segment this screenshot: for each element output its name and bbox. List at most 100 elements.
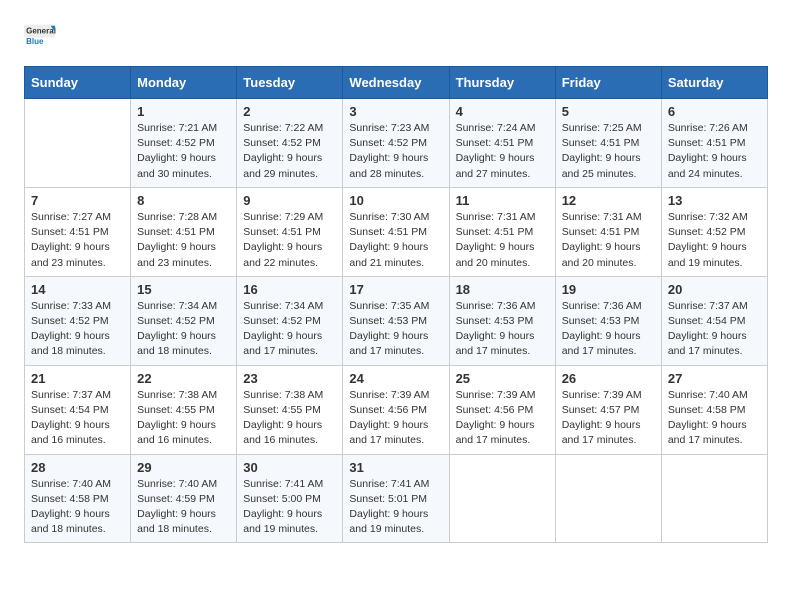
calendar-cell: 1Sunrise: 7:21 AM Sunset: 4:52 PM Daylig… [131,99,237,188]
calendar-week-row: 14 Sunrise: 7:33 AM Sunset: 4:52 PM Dayli… [25,276,768,365]
day-info: Sunrise: 7:34 AM Sunset: 4:52 PM Dayligh… [243,299,336,360]
calendar-week-row: 28 Sunrise: 7:40 AM Sunset: 4:58 PM Dayli… [25,454,768,543]
svg-text:Blue: Blue [26,37,44,46]
day-info: Sunrise: 7:31 AM Sunset: 4:51 PM Dayligh… [562,210,655,271]
day-info: Sunrise: 7:37 AM Sunset: 4:54 PM Dayligh… [31,388,124,449]
day-info: Sunrise: 7:23 AM Sunset: 4:52 PM Dayligh… [349,121,442,182]
calendar-header-row: SundayMondayTuesdayWednesdayThursdayFrid… [25,67,768,99]
calendar-week-row: 1Sunrise: 7:21 AM Sunset: 4:52 PM Daylig… [25,99,768,188]
column-header-tuesday: Tuesday [237,67,343,99]
day-number: 30 [243,460,336,475]
calendar-cell: 6 Sunrise: 7:26 AM Sunset: 4:51 PM Daylig… [661,99,767,188]
day-number: 31 [349,460,442,475]
day-info: Sunrise: 7:25 AM Sunset: 4:51 PM Dayligh… [562,121,655,182]
day-info: Sunrise: 7:34 AM Sunset: 4:52 PM Dayligh… [137,299,230,360]
day-info: Sunrise: 7:31 AM Sunset: 4:51 PM Dayligh… [456,210,549,271]
day-number: 3 [349,104,442,119]
calendar-cell: 16 Sunrise: 7:34 AM Sunset: 4:52 PM Dayli… [237,276,343,365]
page-header: General Blue [24,20,768,56]
calendar-cell: 24 Sunrise: 7:39 AM Sunset: 4:56 PM Dayli… [343,365,449,454]
day-number: 6 [668,104,761,119]
calendar-cell: 29 Sunrise: 7:40 AM Sunset: 4:59 PM Dayli… [131,454,237,543]
calendar-cell: 12 Sunrise: 7:31 AM Sunset: 4:51 PM Dayli… [555,187,661,276]
calendar-cell: 23 Sunrise: 7:38 AM Sunset: 4:55 PM Dayli… [237,365,343,454]
logo-svg: General Blue [24,20,56,56]
day-info: Sunrise: 7:29 AM Sunset: 4:51 PM Dayligh… [243,210,336,271]
calendar-cell: 30 Sunrise: 7:41 AM Sunset: 5:00 PM Dayli… [237,454,343,543]
day-info: Sunrise: 7:35 AM Sunset: 4:53 PM Dayligh… [349,299,442,360]
calendar-cell: 5 Sunrise: 7:25 AM Sunset: 4:51 PM Daylig… [555,99,661,188]
day-number: 20 [668,282,761,297]
day-number: 8 [137,193,230,208]
day-info: Sunrise: 7:40 AM Sunset: 4:58 PM Dayligh… [31,477,124,538]
calendar-cell: 15 Sunrise: 7:34 AM Sunset: 4:52 PM Dayli… [131,276,237,365]
column-header-friday: Friday [555,67,661,99]
calendar-cell: 2 Sunrise: 7:22 AM Sunset: 4:52 PM Daylig… [237,99,343,188]
day-number: 16 [243,282,336,297]
day-info: Sunrise: 7:26 AM Sunset: 4:51 PM Dayligh… [668,121,761,182]
day-info: Sunrise: 7:24 AM Sunset: 4:51 PM Dayligh… [456,121,549,182]
calendar-cell: 22Sunrise: 7:38 AM Sunset: 4:55 PM Dayli… [131,365,237,454]
day-number: 7 [31,193,124,208]
day-info: Sunrise: 7:37 AM Sunset: 4:54 PM Dayligh… [668,299,761,360]
day-info: Sunrise: 7:38 AM Sunset: 4:55 PM Dayligh… [243,388,336,449]
day-info: Sunrise: 7:36 AM Sunset: 4:53 PM Dayligh… [456,299,549,360]
day-number: 18 [456,282,549,297]
day-number: 21 [31,371,124,386]
calendar-cell: 8 Sunrise: 7:28 AM Sunset: 4:51 PM Daylig… [131,187,237,276]
day-info: Sunrise: 7:41 AM Sunset: 5:00 PM Dayligh… [243,477,336,538]
calendar-cell: 7 Sunrise: 7:27 AM Sunset: 4:51 PM Daylig… [25,187,131,276]
day-info: Sunrise: 7:41 AM Sunset: 5:01 PM Dayligh… [349,477,442,538]
day-number: 2 [243,104,336,119]
calendar-table: SundayMondayTuesdayWednesdayThursdayFrid… [24,66,768,543]
day-info: Sunrise: 7:39 AM Sunset: 4:56 PM Dayligh… [349,388,442,449]
column-header-sunday: Sunday [25,67,131,99]
calendar-cell: 25Sunrise: 7:39 AM Sunset: 4:56 PM Dayli… [449,365,555,454]
day-number: 26 [562,371,655,386]
calendar-cell: 13Sunrise: 7:32 AM Sunset: 4:52 PM Dayli… [661,187,767,276]
day-number: 14 [31,282,124,297]
calendar-cell: 18 Sunrise: 7:36 AM Sunset: 4:53 PM Dayli… [449,276,555,365]
day-info: Sunrise: 7:30 AM Sunset: 4:51 PM Dayligh… [349,210,442,271]
day-number: 9 [243,193,336,208]
calendar-cell: 9 Sunrise: 7:29 AM Sunset: 4:51 PM Daylig… [237,187,343,276]
day-number: 19 [562,282,655,297]
day-info: Sunrise: 7:27 AM Sunset: 4:51 PM Dayligh… [31,210,124,271]
calendar-cell: 17 Sunrise: 7:35 AM Sunset: 4:53 PM Dayli… [343,276,449,365]
svg-text:General: General [26,27,56,36]
day-number: 29 [137,460,230,475]
calendar-cell: 27 Sunrise: 7:40 AM Sunset: 4:58 PM Dayli… [661,365,767,454]
day-number: 17 [349,282,442,297]
day-info: Sunrise: 7:32 AM Sunset: 4:52 PM Dayligh… [668,210,761,271]
calendar-cell: 19 Sunrise: 7:36 AM Sunset: 4:53 PM Dayli… [555,276,661,365]
column-header-monday: Monday [131,67,237,99]
day-info: Sunrise: 7:22 AM Sunset: 4:52 PM Dayligh… [243,121,336,182]
day-number: 15 [137,282,230,297]
calendar-cell: 3 Sunrise: 7:23 AM Sunset: 4:52 PM Daylig… [343,99,449,188]
day-info: Sunrise: 7:38 AM Sunset: 4:55 PM Dayligh… [137,388,230,449]
calendar-week-row: 7 Sunrise: 7:27 AM Sunset: 4:51 PM Daylig… [25,187,768,276]
calendar-cell [25,99,131,188]
day-info: Sunrise: 7:40 AM Sunset: 4:59 PM Dayligh… [137,477,230,538]
calendar-cell: 14 Sunrise: 7:33 AM Sunset: 4:52 PM Dayli… [25,276,131,365]
day-number: 23 [243,371,336,386]
calendar-cell: 26Sunrise: 7:39 AM Sunset: 4:57 PM Dayli… [555,365,661,454]
calendar-week-row: 21 Sunrise: 7:37 AM Sunset: 4:54 PM Dayli… [25,365,768,454]
day-info: Sunrise: 7:36 AM Sunset: 4:53 PM Dayligh… [562,299,655,360]
calendar-cell: 28 Sunrise: 7:40 AM Sunset: 4:58 PM Dayli… [25,454,131,543]
day-number: 25 [456,371,549,386]
column-header-saturday: Saturday [661,67,767,99]
calendar-cell: 21 Sunrise: 7:37 AM Sunset: 4:54 PM Dayli… [25,365,131,454]
day-number: 5 [562,104,655,119]
day-number: 24 [349,371,442,386]
calendar-cell [555,454,661,543]
day-number: 27 [668,371,761,386]
day-number: 28 [31,460,124,475]
day-info: Sunrise: 7:33 AM Sunset: 4:52 PM Dayligh… [31,299,124,360]
day-number: 12 [562,193,655,208]
calendar-cell [449,454,555,543]
logo: General Blue [24,20,56,56]
day-info: Sunrise: 7:40 AM Sunset: 4:58 PM Dayligh… [668,388,761,449]
day-info: Sunrise: 7:28 AM Sunset: 4:51 PM Dayligh… [137,210,230,271]
column-header-wednesday: Wednesday [343,67,449,99]
